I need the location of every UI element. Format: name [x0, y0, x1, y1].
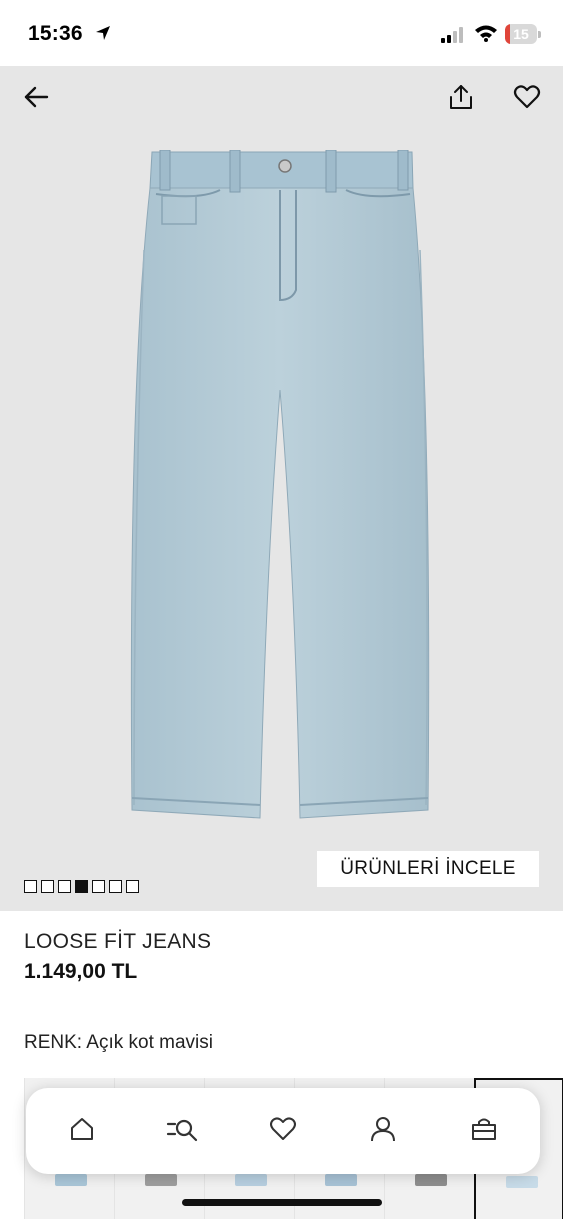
back-arrow-icon: [22, 83, 50, 116]
product-image[interactable]: [120, 149, 450, 835]
wifi-icon: [474, 24, 498, 47]
product-price: 1.149,00 TL: [24, 960, 138, 983]
cellular-signal-icon: [441, 27, 467, 48]
nav-favorites[interactable]: [253, 1101, 313, 1161]
gallery-dot[interactable]: [24, 880, 37, 893]
bottom-navigation: [26, 1088, 540, 1174]
swatch-thumbnail: [55, 1174, 87, 1186]
home-indicator: [182, 1199, 382, 1206]
nav-home[interactable]: [52, 1101, 112, 1161]
wishlist-button[interactable]: [505, 77, 549, 121]
product-name: LOOSE FİT JEANS: [24, 930, 212, 953]
status-bar: 15:36 15: [0, 0, 563, 66]
gallery-dot[interactable]: [58, 880, 71, 893]
profile-icon: [369, 1115, 397, 1148]
battery-level: 15: [513, 26, 529, 42]
home-icon: [68, 1115, 96, 1148]
search-icon: [166, 1115, 200, 1148]
gallery-dot[interactable]: [75, 880, 88, 893]
nav-search[interactable]: [153, 1101, 213, 1161]
back-button[interactable]: [14, 77, 58, 121]
nav-bag[interactable]: [454, 1101, 514, 1161]
gallery-dot[interactable]: [109, 880, 122, 893]
product-gallery[interactable]: ÜRÜNLERİ İNCELE: [0, 66, 563, 911]
swatch-thumbnail: [235, 1174, 267, 1186]
location-arrow-icon: [94, 24, 112, 47]
share-button[interactable]: [439, 77, 483, 121]
swatch-thumbnail: [506, 1176, 538, 1188]
swatch-thumbnail: [325, 1174, 357, 1186]
nav-account[interactable]: [353, 1101, 413, 1161]
color-label: RENK: Açık kot mavisi: [24, 1032, 213, 1053]
share-icon: [448, 83, 474, 116]
swatch-thumbnail: [145, 1174, 177, 1186]
bag-icon: [470, 1115, 498, 1148]
heart-icon: [269, 1116, 297, 1147]
battery-icon: 15: [505, 24, 541, 44]
gallery-dot[interactable]: [92, 880, 105, 893]
gallery-dot[interactable]: [41, 880, 54, 893]
gallery-dot[interactable]: [126, 880, 139, 893]
gallery-pagination: [24, 880, 139, 893]
heart-icon: [513, 84, 541, 115]
status-time: 15:36: [28, 22, 83, 45]
swatch-thumbnail: [415, 1174, 447, 1186]
inspect-products-button[interactable]: ÜRÜNLERİ İNCELE: [317, 851, 539, 887]
